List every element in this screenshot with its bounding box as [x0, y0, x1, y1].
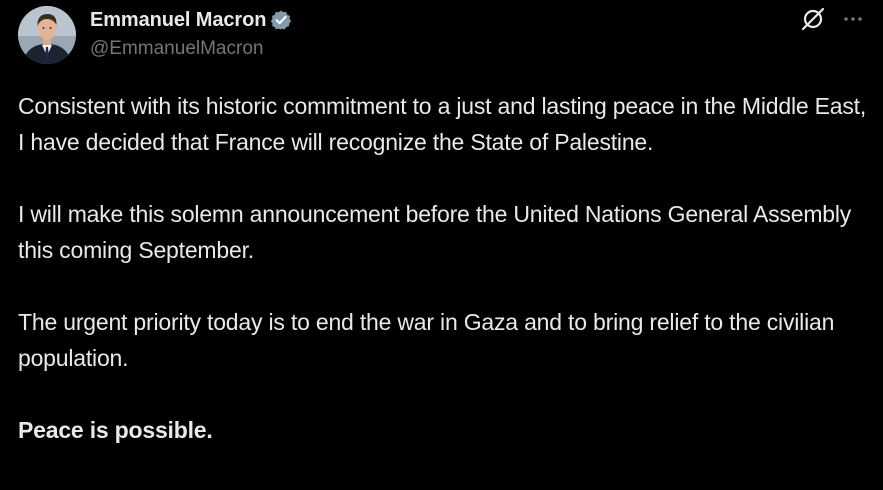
profile-photo-icon: [18, 6, 76, 64]
post: Emmanuel Macron @EmmanuelMacron Consiste…: [0, 0, 883, 490]
verified-badge-icon: [270, 9, 292, 31]
post-paragraph-bold: Peace is possible.: [18, 417, 213, 443]
more-icon[interactable]: [838, 6, 868, 32]
post-text: Consistent with its historic commitment …: [18, 88, 878, 448]
post-paragraph: The urgent priority today is to end the …: [18, 309, 841, 371]
grok-icon[interactable]: [800, 6, 826, 32]
author-name-row[interactable]: Emmanuel Macron: [90, 7, 292, 33]
author-display-name[interactable]: Emmanuel Macron: [90, 9, 266, 32]
author-handle[interactable]: @EmmanuelMacron: [90, 38, 263, 60]
post-paragraph: I will make this solemn announcement bef…: [18, 201, 858, 263]
post-paragraph: Consistent with its historic commitment …: [18, 93, 873, 155]
avatar[interactable]: [18, 6, 76, 64]
